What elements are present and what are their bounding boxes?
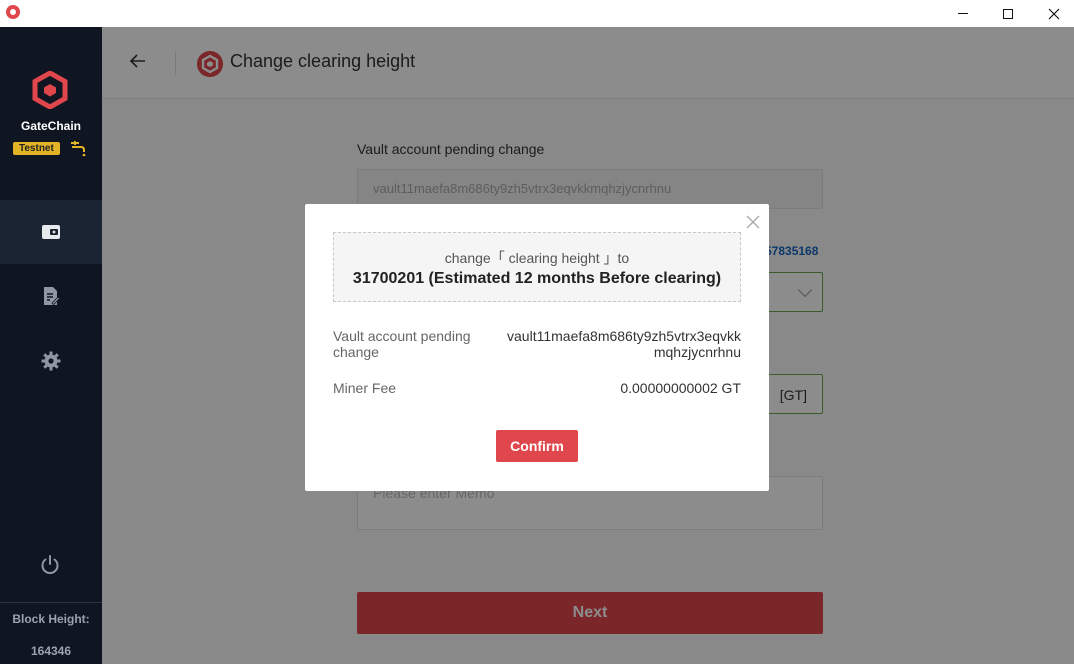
- notice-text: change「 clearing height 」to: [444, 250, 630, 266]
- confirm-button[interactable]: Confirm: [496, 430, 578, 462]
- minimize-button[interactable]: [940, 0, 986, 27]
- close-window-button[interactable]: [1031, 0, 1074, 27]
- window-titlebar: [0, 0, 1074, 27]
- block-height-label: Block Height:: [12, 612, 90, 626]
- minimize-icon: [958, 13, 968, 14]
- vault-account-value: vault11maefa8m686ty9zh5vtrx3eqvkkmqhzjyc…: [507, 328, 741, 360]
- app-logo-icon: [6, 5, 20, 19]
- close-icon[interactable]: [745, 214, 761, 230]
- wallet-icon: [42, 225, 60, 239]
- miner-fee-value: 0.00000000002 GT: [620, 380, 741, 396]
- change-notice: change「 clearing height 」to 31700201 (Es…: [333, 232, 741, 302]
- vault-account-label: Vault account pending change: [333, 328, 471, 360]
- sidebar-divider: [0, 602, 102, 603]
- gear-icon: [41, 351, 61, 371]
- notice-new-height: 31700201 (Estimated 12 months Before cle…: [352, 270, 722, 287]
- sidebar-item-records[interactable]: [0, 264, 102, 328]
- document-edit-icon: [44, 287, 60, 306]
- sidebar: GateChain Testnet Block Height: 164346: [0, 27, 102, 664]
- gatechain-logo-icon: [32, 71, 68, 109]
- maximize-icon: [1003, 8, 1013, 19]
- faucet-icon[interactable]: [69, 139, 87, 157]
- sidebar-item-wallet[interactable]: [0, 200, 102, 264]
- close-icon: [1048, 8, 1060, 19]
- maximize-button[interactable]: [985, 0, 1031, 27]
- power-icon[interactable]: [39, 554, 61, 576]
- sidebar-item-settings[interactable]: [0, 329, 102, 393]
- brand-name: GateChain: [20, 119, 81, 133]
- block-height-value: 164346: [30, 644, 72, 658]
- confirm-dialog: change「 clearing height 」to 31700201 (Es…: [305, 204, 769, 491]
- network-badge: Testnet: [13, 142, 60, 155]
- miner-fee-label: Miner Fee: [333, 380, 397, 396]
